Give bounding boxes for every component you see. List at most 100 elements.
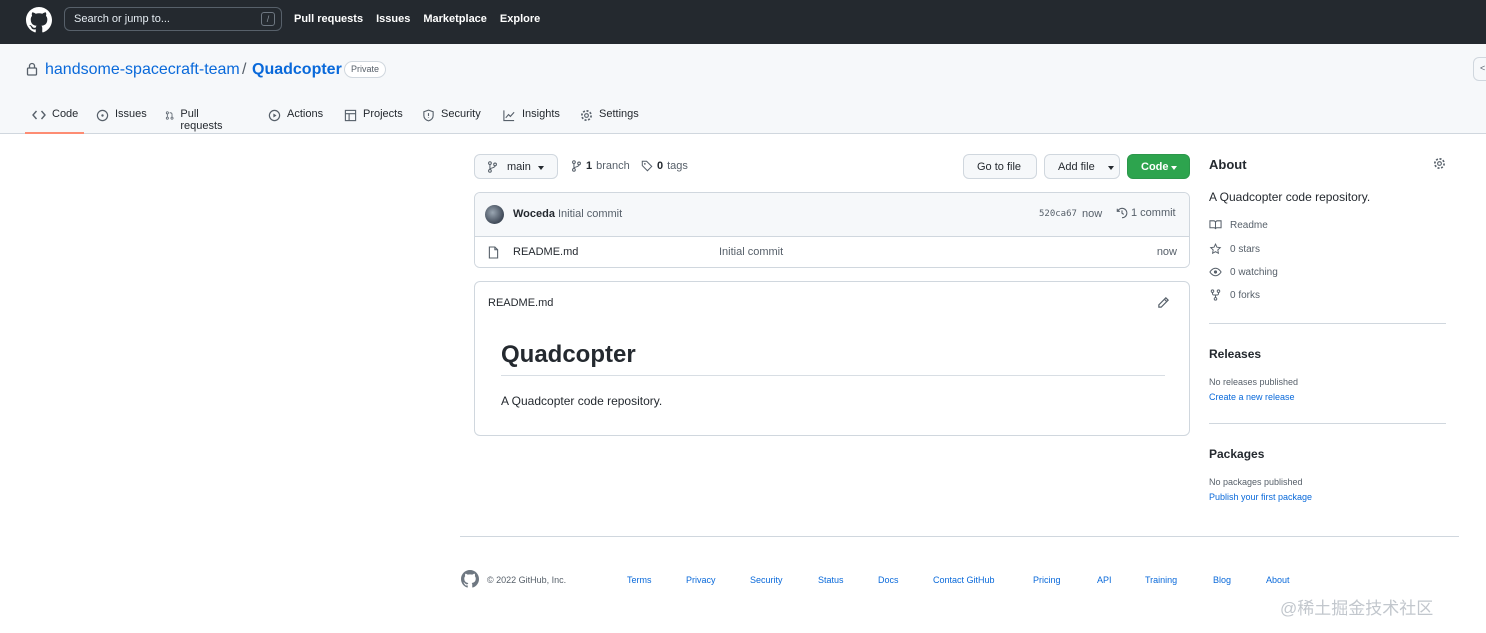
github-logo-icon[interactable] (26, 7, 52, 33)
tab-security[interactable]: Security (422, 108, 481, 134)
commit-history-link[interactable]: 1 commit (1116, 207, 1176, 219)
repo-name-link[interactable]: Quadcopter (252, 61, 342, 79)
tab-actions-label: Actions (287, 108, 324, 120)
branch-select-button[interactable]: main (474, 154, 558, 179)
tab-pull-requests-label: Pull requests (180, 108, 223, 132)
watermark: @稀土掘金技术社区 (1280, 599, 1434, 618)
tab-projects[interactable]: Projects (344, 108, 403, 134)
graph-icon (503, 110, 515, 122)
repo-owner-link[interactable]: handsome-spacecraft-team (45, 61, 240, 79)
chevron-left-icon: < (1480, 63, 1486, 73)
table-icon (344, 109, 357, 122)
play-icon (268, 109, 281, 122)
footer-link-api[interactable]: API (1097, 575, 1112, 585)
stars-count: 0 stars (1230, 243, 1261, 255)
commit-sha[interactable]: 520ca67 (1039, 209, 1077, 219)
tab-insights-label: Insights (522, 108, 560, 120)
code-button-label: Code (1141, 161, 1169, 173)
footer-link-terms[interactable]: Terms (627, 575, 652, 585)
watching-count: 0 watching (1230, 266, 1278, 278)
forks-link[interactable]: 0 forks (1209, 289, 1260, 301)
publish-package-link[interactable]: Publish your first package (1209, 492, 1312, 502)
top-nav: Pull requests Issues Marketplace Explore (294, 13, 540, 25)
commit-message[interactable]: Initial commit (558, 208, 622, 220)
book-icon (1209, 220, 1222, 230)
avatar[interactable] (485, 205, 504, 224)
about-description: A Quadcopter code repository. (1209, 190, 1371, 204)
commit-time: now (1082, 208, 1103, 220)
footer-link-docs[interactable]: Docs (878, 575, 899, 585)
tag-count: 0 (657, 160, 664, 172)
tab-actions[interactable]: Actions (268, 108, 323, 134)
chevron-down-icon (1108, 166, 1114, 170)
commit-author[interactable]: Woceda (513, 208, 555, 220)
branch-name: main (507, 161, 531, 173)
footer-link-privacy[interactable]: Privacy (686, 575, 716, 585)
footer-link-contact[interactable]: Contact GitHub (933, 575, 995, 585)
search-shortcut-key: / (261, 12, 275, 26)
lock-icon (26, 62, 38, 76)
releases-heading[interactable]: Releases (1209, 347, 1261, 361)
file-commit-time: now (1156, 246, 1177, 258)
footer-copyright: © 2022 GitHub, Inc. (487, 575, 567, 585)
code-icon (32, 110, 46, 120)
search-input[interactable]: Search or jump to... / (64, 7, 282, 31)
packages-heading[interactable]: Packages (1209, 447, 1264, 461)
watchers-link[interactable]: 0 watching (1209, 266, 1278, 278)
go-to-file-button[interactable]: Go to file (963, 154, 1037, 179)
tag-count-label: tags (667, 160, 688, 172)
tab-insights[interactable]: Insights (502, 108, 560, 134)
top-nav-explore[interactable]: Explore (500, 13, 540, 25)
stars-link[interactable]: 0 stars (1209, 243, 1260, 255)
footer-link-status[interactable]: Status (818, 575, 844, 585)
visibility-badge: Private (344, 61, 387, 78)
top-nav-pull-requests[interactable]: Pull requests (294, 13, 363, 25)
about-heading: About (1209, 157, 1247, 172)
file-list: Woceda Initial commit 520ca67 now 1 comm… (474, 192, 1190, 268)
sidebar-divider (1209, 423, 1446, 424)
footer-link-about[interactable]: About (1266, 575, 1290, 585)
footer-link-blog[interactable]: Blog (1213, 575, 1231, 585)
chevron-down-icon (538, 166, 544, 170)
create-release-link[interactable]: Create a new release (1209, 392, 1295, 402)
file-name-link[interactable]: README.md (513, 246, 578, 258)
gear-icon[interactable] (1433, 157, 1446, 170)
issue-icon (96, 109, 109, 122)
code-dropdown-button[interactable]: Code (1127, 154, 1190, 179)
go-to-file-label: Go to file (977, 161, 1022, 173)
forks-count: 0 forks (1230, 289, 1261, 301)
readme-link[interactable]: Readme (1209, 219, 1268, 231)
star-icon (1209, 243, 1222, 255)
footer-link-security[interactable]: Security (750, 575, 783, 585)
fork-icon (1210, 289, 1221, 301)
top-nav-marketplace[interactable]: Marketplace (423, 13, 487, 25)
sidebar-toggle-button[interactable]: < (1473, 57, 1486, 81)
tab-issues[interactable]: Issues (96, 108, 147, 134)
tab-settings[interactable]: Settings (580, 108, 639, 134)
sidebar-divider (1209, 323, 1446, 324)
readme-link-label: Readme (1230, 219, 1268, 231)
global-header: Search or jump to... / Pull requests Iss… (0, 0, 1486, 44)
readme-heading: Quadcopter (501, 341, 1165, 376)
readme-body: A Quadcopter code repository. (501, 394, 663, 408)
tag-icon (641, 160, 653, 172)
readme-filename[interactable]: README.md (488, 297, 553, 309)
github-logo-icon[interactable] (461, 570, 479, 588)
top-nav-issues[interactable]: Issues (376, 13, 410, 25)
footer-link-pricing[interactable]: Pricing (1033, 575, 1061, 585)
chevron-down-icon (1171, 166, 1177, 170)
pencil-icon[interactable] (1157, 296, 1170, 309)
footer-link-training[interactable]: Training (1145, 575, 1177, 585)
releases-status: No releases published (1209, 377, 1299, 387)
file-commit-message[interactable]: Initial commit (719, 246, 783, 258)
pull-request-icon (165, 111, 174, 120)
tags-link[interactable]: 0 tags (641, 160, 688, 172)
table-row[interactable]: README.md Initial commit now (475, 237, 1189, 267)
repo-path-separator: / (242, 61, 247, 78)
tab-code[interactable]: Code (25, 108, 84, 134)
tab-settings-label: Settings (599, 108, 639, 120)
git-branch-icon (488, 161, 497, 173)
branches-link[interactable]: 1 branch (571, 160, 630, 172)
add-file-button[interactable]: Add file (1044, 154, 1120, 179)
tab-pull-requests[interactable]: Pull requests (165, 108, 226, 134)
